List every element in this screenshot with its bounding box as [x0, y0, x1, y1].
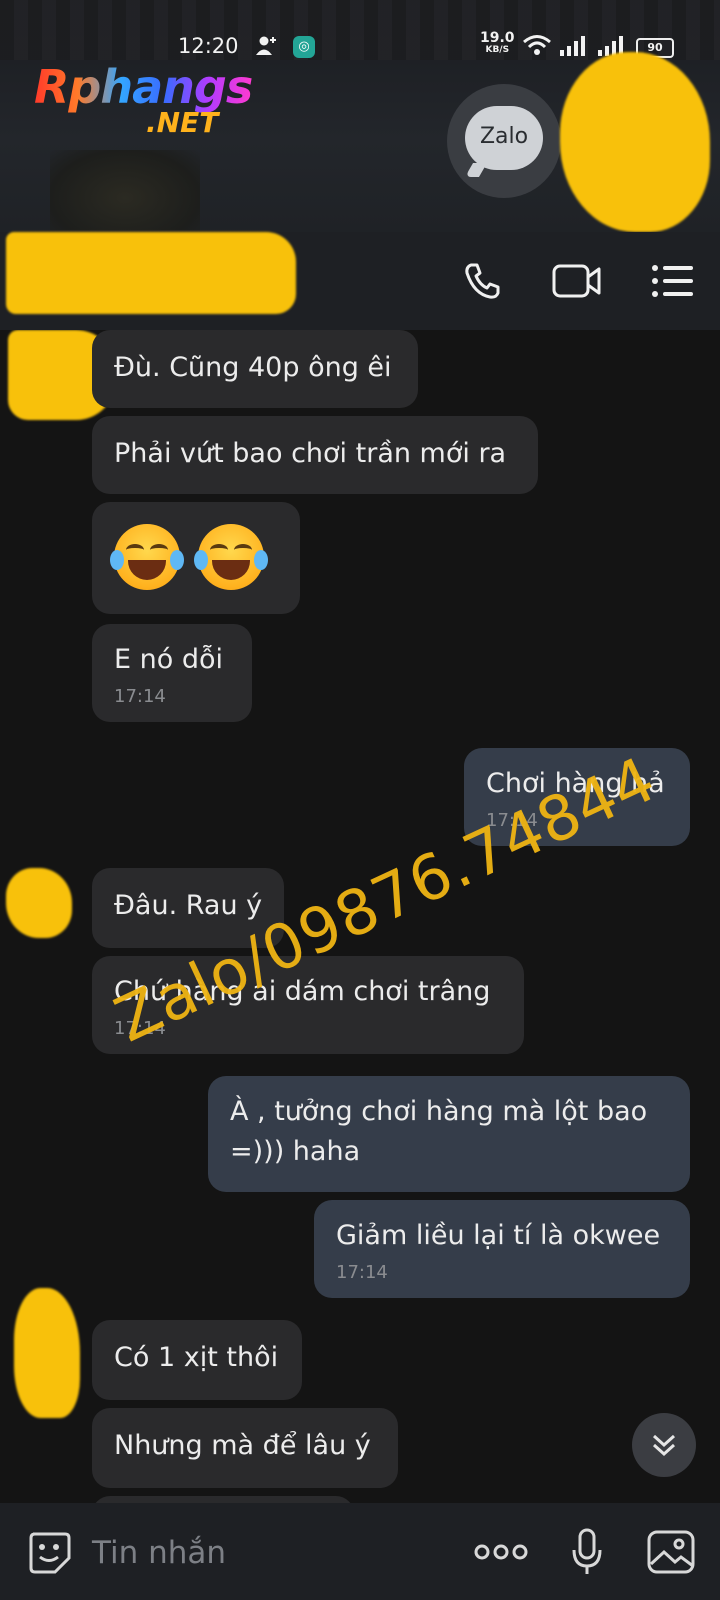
signal-icon	[560, 36, 588, 61]
message-text: Đâu. Rau ý	[114, 890, 263, 921]
phone-icon[interactable]	[455, 254, 509, 308]
network-speed: 19.0 KB/S	[480, 30, 515, 56]
message-bubble-incoming[interactable]: Phải vứt bao chơi trần mới ra	[92, 416, 538, 494]
person-add-icon	[256, 35, 278, 62]
app-notification-icon: ◎	[293, 36, 315, 58]
sticker-icon[interactable]	[22, 1525, 76, 1579]
image-gallery-icon[interactable]	[644, 1525, 698, 1579]
tears-of-joy-emoji	[110, 524, 184, 590]
redaction-blob	[14, 1288, 80, 1418]
video-call-icon[interactable]	[550, 254, 604, 308]
message-text: E nó dỗi	[114, 644, 224, 675]
message-bubble-incoming[interactable]	[92, 502, 300, 614]
message-text: Giảm liều lại tí là okwee	[336, 1220, 661, 1251]
logo-suffix: .NET	[146, 106, 219, 139]
scroll-to-bottom-button[interactable]	[632, 1413, 696, 1477]
message-bubble-incoming[interactable]: Nhưng mà để lâu ý	[92, 1408, 398, 1488]
message-time: 17:14	[336, 1262, 388, 1283]
message-text: Có 1 xịt thôi	[114, 1342, 279, 1373]
more-icon[interactable]	[474, 1525, 528, 1579]
wifi-icon	[522, 34, 552, 61]
network-speed-value: 19.0	[480, 30, 515, 46]
message-text: À , tưởng chơi hàng mà lột bao	[230, 1096, 648, 1127]
message-bubble-outgoing[interactable]: Giảm liều lại tí là okwee 17:14	[314, 1200, 690, 1298]
message-text: Nhưng mà để lâu ý	[114, 1430, 371, 1461]
message-text: Phải vứt bao chơi trần mới ra	[114, 438, 507, 469]
microphone-icon[interactable]	[560, 1525, 614, 1579]
message-time: 17:14	[114, 686, 166, 707]
top-banner: 12:20 ◎ 19.0 KB/S 90 Rphangs .NET Zalo	[0, 0, 720, 232]
chat-header	[0, 232, 720, 330]
message-bubble-incoming[interactable]: E nó dỗi 17:14	[92, 624, 252, 722]
message-text: Đù. Cũng 40p ông êi	[114, 352, 392, 383]
menu-icon[interactable]	[645, 254, 699, 308]
message-input-bar: Tin nhắn	[0, 1503, 720, 1600]
logo-brand: Rphangs	[34, 60, 253, 114]
message-bubble-outgoing[interactable]: À , tưởng chơi hàng mà lột bao =))) haha	[208, 1076, 690, 1192]
tears-of-joy-emoji	[194, 524, 268, 590]
banner-decoration	[50, 150, 200, 230]
redaction-blob	[6, 232, 296, 314]
status-time: 12:20	[178, 34, 239, 58]
message-bubble-incoming[interactable]: Có 1 xịt thôi	[92, 1320, 302, 1400]
message-bubble-incoming[interactable]: Đù. Cũng 40p ông êi	[92, 330, 418, 408]
redaction-blob	[560, 52, 710, 232]
message-input[interactable]: Tin nhắn	[92, 1535, 226, 1571]
message-bubble-incoming[interactable]	[92, 1496, 354, 1503]
double-chevron-down-icon	[652, 1434, 676, 1457]
zalo-logo-icon: Zalo	[465, 106, 543, 170]
redaction-blob	[6, 868, 72, 938]
message-text: =))) haha	[230, 1136, 361, 1167]
site-logo: Rphangs .NET	[34, 60, 253, 139]
